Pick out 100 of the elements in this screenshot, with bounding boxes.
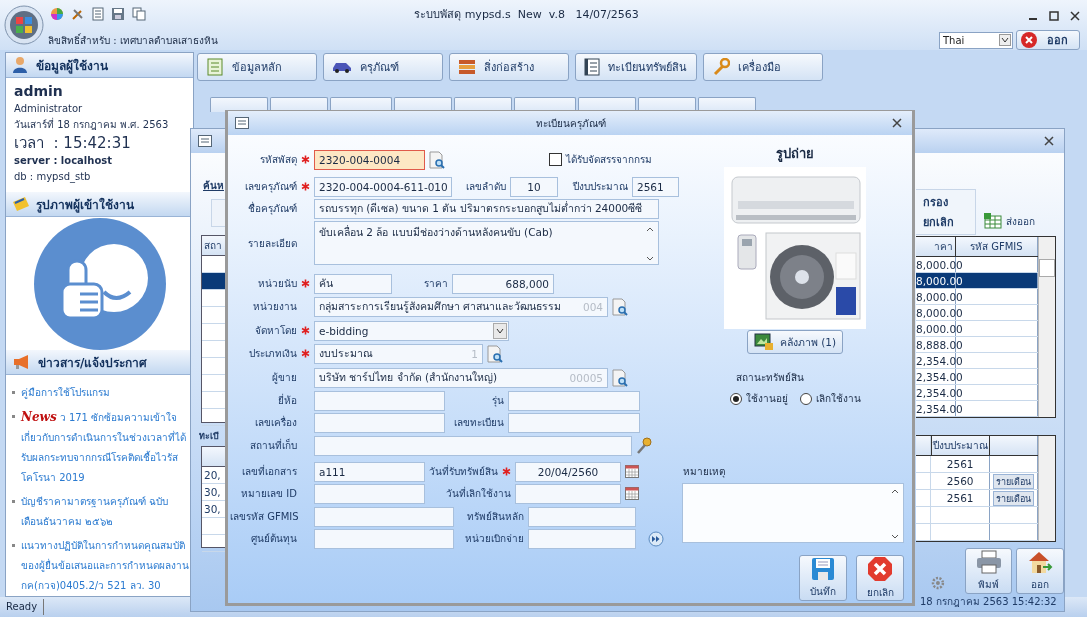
text-field[interactable]	[314, 412, 445, 433]
save-button[interactable]: บันทึก	[799, 555, 847, 601]
bricks-icon	[458, 58, 476, 76]
scrollbar[interactable]	[1038, 436, 1055, 541]
text-field[interactable]	[508, 412, 640, 433]
dropdown[interactable]: e-bidding	[314, 320, 509, 341]
code-text: 004	[582, 300, 603, 313]
search-document-icon[interactable]	[612, 297, 628, 316]
radio-button[interactable]: ใช้งานอยู่	[729, 391, 788, 406]
save-icon[interactable]	[111, 7, 125, 21]
fast-forward-icon[interactable]	[648, 530, 664, 547]
database-text: db : mypsd_stb	[14, 170, 92, 185]
field-label: เลขรหัส GFMIS	[230, 510, 299, 524]
text-field[interactable]: 2320-004-0004	[314, 149, 425, 170]
table-row[interactable]: 2,354.00	[916, 401, 1038, 417]
menu-button[interactable]: เครื่องมือ	[703, 53, 823, 81]
text-field[interactable]: 688,000	[452, 273, 554, 294]
settings-icon[interactable]	[931, 576, 945, 590]
ledger-icon	[584, 58, 600, 76]
form-icon	[235, 117, 249, 129]
code-text: 00005	[569, 371, 603, 384]
exit-button[interactable]: ออก	[1016, 30, 1080, 50]
field-label: ปีงบประมาณ	[573, 180, 628, 194]
language-select[interactable]: Thai	[939, 31, 1013, 49]
menu-button[interactable]: ครุภัณฑ์	[323, 53, 443, 81]
column-header: สถา	[202, 236, 226, 256]
text-field[interactable]: กลุ่มสาระการเรียนรู้สังคมศึกษา ศาสนาและวัฒนธรรม 004	[314, 296, 608, 317]
search-document-icon[interactable]	[429, 150, 445, 169]
news-link[interactable]: คู่มือการใช้โปรแกรม	[21, 383, 110, 403]
spreadsheet-icon	[984, 213, 1002, 229]
panel-title: ข้อมูลผู้ใช้งาน	[36, 57, 108, 75]
text-field[interactable]: คัน	[314, 273, 392, 294]
dialog-title: ทะเบียนครุภัณฑ์	[534, 116, 607, 131]
text-field[interactable]: 20/04/2560	[515, 461, 621, 482]
export-button[interactable]: ส่งออก	[984, 213, 1035, 229]
news-link[interactable]: แนวทางปฏิบัติในการกำหนดคุณสมบัติของผู้ยื่นข้อเสนอและการกำหนดผลงาน กค(กวจ)0405.2/ว 521 ลว. 30	[21, 536, 189, 596]
cancel-button[interactable]: ยกเลิก	[856, 555, 904, 601]
key-icon[interactable]	[636, 436, 652, 455]
code-text: 1	[471, 347, 478, 360]
wrench-icon	[712, 58, 730, 76]
gallery-button[interactable]: คลังภาพ (1)	[746, 330, 844, 354]
search-document-icon[interactable]	[487, 344, 503, 363]
text-field[interactable]	[314, 528, 454, 549]
panel-title: รูปภาพผู้เข้าใช้งาน	[36, 196, 134, 214]
table-row[interactable]: 8,000.00	[916, 273, 1038, 289]
photo-heading: รูปถ่าย	[776, 145, 814, 164]
field-label: รหัสพัสดุ	[260, 153, 297, 167]
text-field[interactable]	[314, 506, 454, 527]
field-label: ราคา	[424, 277, 448, 291]
copy-icon[interactable]	[132, 7, 146, 21]
text-field[interactable]: รถบรรทุก (ดีเซล) ขนาด 1 ตัน ปริมาตรกระบอกสูบไม่ต่ำกว่า 24000ซีซี	[314, 198, 659, 219]
menu-button[interactable]: ทะเบียนทรัพย์สิน	[575, 53, 697, 81]
close-icon[interactable]	[1069, 10, 1081, 22]
menu-button[interactable]: สิ่งก่อสร้าง	[449, 53, 569, 81]
text-field[interactable]: a111	[314, 461, 425, 482]
table-cell: 2560	[930, 473, 991, 489]
text-field[interactable]	[528, 528, 636, 549]
scrollbar[interactable]	[1038, 237, 1055, 417]
app-menu-icon[interactable]	[4, 5, 44, 45]
print-button[interactable]: พิมพ์	[964, 548, 1013, 594]
news-logo-text: News	[21, 410, 57, 424]
text-field[interactable]	[508, 390, 640, 411]
text-field[interactable]: 2320-004-0004-611-010	[314, 176, 452, 197]
monthly-button[interactable]: รายเดือน	[993, 473, 1035, 489]
tab[interactable]	[210, 97, 268, 112]
note-field[interactable]	[682, 483, 904, 543]
clear-button[interactable]: ยกเลิก	[923, 213, 975, 231]
document-icon[interactable]	[92, 7, 104, 21]
filter-button[interactable]: กรอง	[923, 193, 975, 211]
menu-button[interactable]: ข้อมูลหลัก	[197, 53, 317, 81]
exit-button[interactable]: ออก	[1016, 548, 1064, 594]
window-title: ระบบพัสดุ mypsd.s New v.8 14/07/2563	[413, 7, 640, 23]
monthly-button[interactable]: รายเดือน	[993, 490, 1035, 506]
text-field[interactable]: งบประมาณ 1	[314, 343, 483, 364]
text-field[interactable]	[515, 483, 621, 504]
text-field[interactable]: 10	[510, 176, 558, 197]
radio-button[interactable]: เลิกใช้งาน	[799, 391, 861, 406]
sheet-icon	[206, 58, 224, 76]
text-field[interactable]: บริษัท ชาร์ปไทย จำกัด (สำนักงานใหญ่) 00005	[314, 367, 608, 388]
news-link[interactable]: บัญชีราคามาตรฐานครุภัณฑ์ ฉบับเดือนธันวาคม ๒๕๖๒	[21, 492, 189, 532]
close-icon[interactable]	[892, 118, 902, 128]
tools-icon[interactable]	[71, 7, 85, 21]
table-row[interactable]	[202, 273, 226, 290]
text-area[interactable]: ขับเคลื่อน 2 ล้อ แบบมีช่องว่างด้านหลังคนขับ (Cab)	[314, 221, 659, 265]
checkbox[interactable]: ได้รับจัดสรรจากกรม	[549, 152, 652, 167]
calendar-icon[interactable]	[625, 465, 639, 478]
restore-icon[interactable]	[1048, 10, 1060, 22]
close-icon[interactable]	[1044, 136, 1054, 146]
color-wheel-icon[interactable]	[50, 7, 64, 21]
text-field[interactable]	[314, 483, 425, 504]
field-label: หน่วยนับ	[258, 277, 297, 291]
section-label: ทะเบี	[199, 430, 220, 443]
news-link[interactable]: News ว 171 ซักซ้อมความเข้าใจเกี่ยวกับการดำเนินการในช่วงเวลาที่ได้รับผลกระทบจากกรณีโรคติดเชื้อไวรัสโคโรนา 2019	[21, 407, 189, 488]
text-field[interactable]	[528, 506, 636, 527]
calendar-icon[interactable]	[625, 487, 639, 500]
text-field[interactable]	[314, 435, 632, 456]
text-field[interactable]: 2561	[632, 176, 679, 197]
text-field[interactable]	[314, 390, 445, 411]
column-header: ปีงบประมาณ	[930, 436, 991, 455]
search-document-icon[interactable]	[612, 368, 628, 387]
